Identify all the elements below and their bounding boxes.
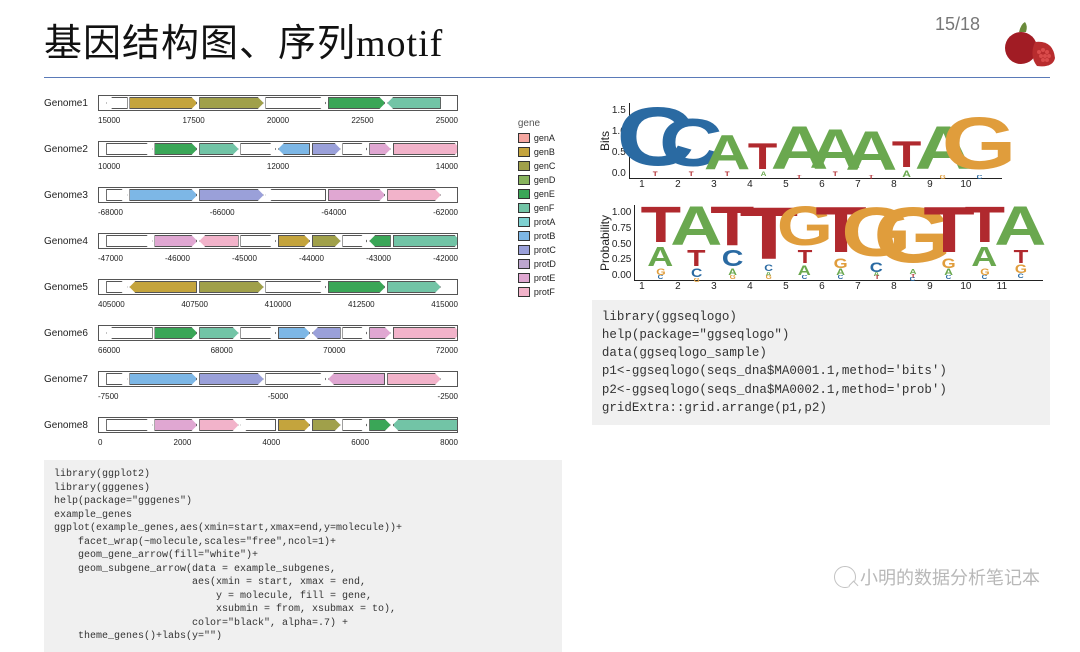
gene-structure-figure: Genome11500017500200002250025000Genome21… <box>44 88 562 460</box>
genome-track: Genome2 <box>44 136 562 162</box>
legend-title: gene <box>518 118 556 129</box>
legend-item: genA <box>518 131 556 145</box>
legend-item: genE <box>518 187 556 201</box>
wechat-icon <box>834 566 856 588</box>
watermark: 小明的数据分析笔记本 <box>834 564 1040 590</box>
genome-track: Genome5 <box>44 274 562 300</box>
legend-item: protF <box>518 285 556 299</box>
slide-title: 基因结构图、序列motif <box>44 12 443 67</box>
sequence-logo-figure: Bits1.51.00.50.0CTCTATTAATATATTAAGGC1234… <box>592 103 1050 292</box>
legend-item: genC <box>518 159 556 173</box>
legend-item: genB <box>518 145 556 159</box>
pomegranate-icon <box>998 18 1060 68</box>
legend-item: protC <box>518 243 556 257</box>
genome-track: Genome7 <box>44 366 562 392</box>
divider <box>44 77 1050 78</box>
legend-item: protD <box>518 257 556 271</box>
legend-item: protA <box>518 215 556 229</box>
genome-track: Genome4 <box>44 228 562 254</box>
legend-item: genD <box>518 173 556 187</box>
legend-item: protE <box>518 271 556 285</box>
gene-legend: gene genAgenBgenCgenDgenEgenFprotAprotBp… <box>518 118 556 299</box>
genome-track: Genome1 <box>44 90 562 116</box>
watermark-text: 小明的数据分析笔记本 <box>860 564 1040 590</box>
sequence-logo: Bits1.51.00.50.0CTCTATTAATATATTAAGGC1234… <box>592 103 1050 190</box>
page-number: 15/18 <box>935 14 980 35</box>
code-block-gggenes: library(ggplot2) library(gggenes) help(p… <box>44 460 562 652</box>
genome-track: Genome3 <box>44 182 562 208</box>
genome-track: Genome8 <box>44 412 562 438</box>
sequence-logo: Probability1.000.750.500.250.00TAGCATCGT… <box>592 205 1050 292</box>
genome-track: Genome6 <box>44 320 562 346</box>
code-block-ggseqlogo: library(ggseqlogo) help(package="ggseqlo… <box>592 300 1050 425</box>
legend-item: protB <box>518 229 556 243</box>
legend-item: genF <box>518 201 556 215</box>
